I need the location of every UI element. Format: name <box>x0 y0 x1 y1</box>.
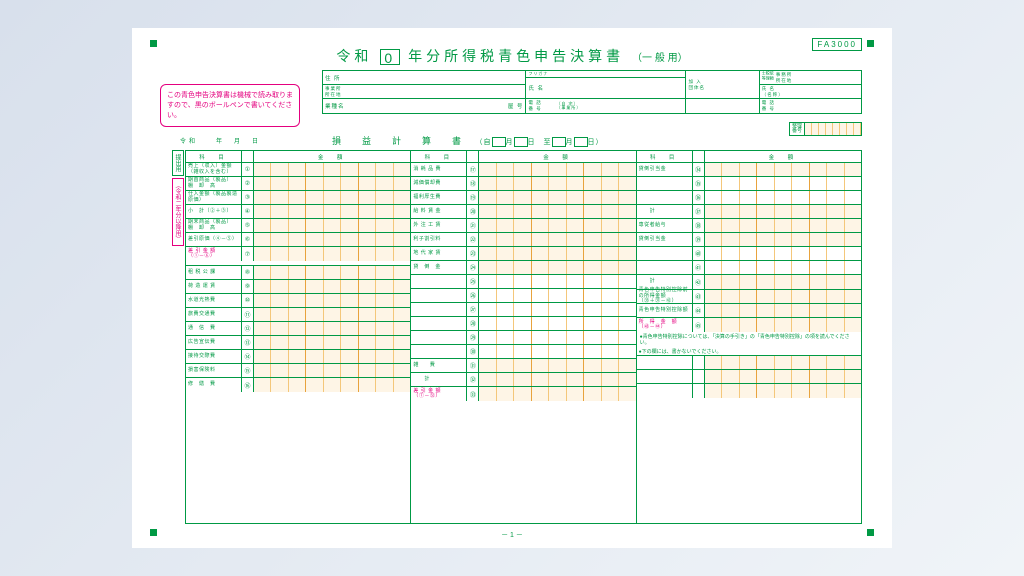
col-head-amount: 金 額 <box>705 151 861 162</box>
col-head-amount: 金 額 <box>479 151 635 162</box>
side-tab-submit: 提出用 <box>172 150 184 176</box>
pl-row[interactable]: 計㉜ <box>411 373 635 387</box>
pl-row[interactable]: 福利厚生費⑲ <box>411 191 635 205</box>
pl-row[interactable]: 給 料 賃 金⑳ <box>411 205 635 219</box>
reserved-row <box>637 370 861 384</box>
form-title: 令和 0 年分所得税青色申告決算書 （一 般 用） <box>150 46 874 66</box>
page-number: － 1 － <box>501 530 523 540</box>
label-tax-acct: 依頼 税理 士等 <box>762 71 774 84</box>
corner-mark <box>150 529 157 536</box>
label-acct-phone: 電 話 番 号 <box>762 100 790 112</box>
reserved-row <box>637 356 861 370</box>
blue-deduction-note: ●青色申告特別控除については、「決算の手引き」の「青色申告特別控除」の項を読んで… <box>637 332 861 348</box>
pl-row[interactable]: 接待交際費⑭ <box>186 350 410 364</box>
pl-row[interactable]: 修 繕 費⑯ <box>186 378 410 392</box>
label-business-type: 業種名 <box>325 102 353 110</box>
label-phone: 電 話 番 号 <box>528 100 556 112</box>
seiri-number-box[interactable]: 整理 番号 <box>789 122 862 136</box>
label-furigana: フリガナ <box>528 71 548 77</box>
tax-form-page: FA3000 令和 0 年分所得税青色申告決算書 （一 般 用） この青色申告決… <box>132 28 892 548</box>
side-tab-year-note: （令和二年分以降用） <box>172 178 184 246</box>
pl-row[interactable]: 租 税 公 課⑧ <box>186 266 410 280</box>
label-group: 加 入 団体名 <box>688 79 716 91</box>
pl-row[interactable]: 青色申告特別控除額㊹ <box>637 304 861 318</box>
below-line-note: ●下の欄には、書かないでください。 <box>637 348 861 355</box>
pl-row[interactable]: 専従者給与㊳ <box>637 219 861 233</box>
title-general: （一 般 用） <box>632 53 688 64</box>
pl-row[interactable]: 所 得 金 額 （㊸－㊹）㊺ <box>637 318 861 332</box>
reserved-row <box>637 384 861 398</box>
pl-row[interactable]: 荷 造 運 賃⑨ <box>186 280 410 294</box>
pl-row[interactable]: 売上（収入）金額 （雑収入を含む）① <box>186 163 410 177</box>
pl-statement-title: 損 益 計 算 書 （自月日 至月日） <box>332 134 604 147</box>
pl-row[interactable]: ㉚ <box>411 345 635 359</box>
year-input-box[interactable]: 0 <box>380 49 400 65</box>
label-acct-name: 氏 名 （名称） <box>762 86 790 98</box>
pl-row[interactable]: ㊱ <box>637 191 861 205</box>
submission-date[interactable]: 令和 年 月 日 <box>180 136 261 145</box>
pl-col-1: 科 目 金 額 売上（収入）金額 （雑収入を含む）①期首商品（製品） 棚 卸 高… <box>185 150 411 524</box>
col-head-kamoku: 科 目 <box>186 151 242 162</box>
pl-row[interactable]: ㉟ <box>637 177 861 191</box>
pl-row[interactable]: 水道光熱費⑩ <box>186 294 410 308</box>
pl-row[interactable]: 旅費交通費⑪ <box>186 308 410 322</box>
filer-header: 住 所 事業所 所在地 業種名屋 号 フリガナ 氏 名 電 話 番 号（自 宅）… <box>322 70 862 114</box>
pl-row[interactable]: 外 注 工 賃㉑ <box>411 219 635 233</box>
pl-row[interactable]: 貸 倒 金㉔ <box>411 261 635 275</box>
col-head-kamoku: 科 目 <box>637 151 693 162</box>
pl-row[interactable]: 貸倒引当金㊴ <box>637 233 861 247</box>
pl-grid: 提出用 （令和二年分以降用） 科 目 金 額 売上（収入）金額 （雑収入を含む）… <box>172 150 862 524</box>
pl-row[interactable]: 減価償却費⑱ <box>411 177 635 191</box>
pl-row[interactable]: 期末商品（製品） 棚 卸 高⑤ <box>186 219 410 233</box>
col-head-amount: 金 額 <box>254 151 410 162</box>
label-address: 住 所 <box>325 74 353 82</box>
form-code: FA3000 <box>812 38 862 51</box>
pl-row[interactable]: 貸倒引当金㉞ <box>637 163 861 177</box>
pl-row[interactable]: ㉙ <box>411 331 635 345</box>
label-office-addr: 事業所 所在地 <box>325 86 353 98</box>
corner-mark <box>867 40 874 47</box>
pl-row[interactable]: 計㊲ <box>637 205 861 219</box>
pl-col-2: 科 目 金 額 消 耗 品 費⑰減価償却費⑱福利厚生費⑲給 料 賃 金⑳外 注 … <box>410 150 636 524</box>
instruction-notice: この青色申告決算書は機械で読み取りますので、黒のボールペンで書いてください。 <box>160 84 300 127</box>
corner-mark <box>867 529 874 536</box>
pl-row[interactable]: 通 信 費⑫ <box>186 322 410 336</box>
pl-row[interactable]: ㉕ <box>411 275 635 289</box>
pl-row[interactable]: 期首商品（製品） 棚 卸 高② <box>186 177 410 191</box>
pl-row[interactable]: 青色申告特別控除前の所得金額 （㉝＋㊲－㊷）㊸ <box>637 290 861 304</box>
pl-row[interactable]: ㉖ <box>411 289 635 303</box>
pl-row[interactable]: 広告宣伝費⑬ <box>186 336 410 350</box>
label-name: 氏 名 <box>528 84 556 92</box>
pl-row[interactable]: ㊵ <box>637 247 861 261</box>
label-acct-office: 事務所 所在地 <box>776 72 804 84</box>
pl-row[interactable]: 利子割引料㉒ <box>411 233 635 247</box>
pl-row[interactable]: 損害保険料⑮ <box>186 364 410 378</box>
era-label: 令和 <box>336 48 372 64</box>
title-main: 年分所得税青色申告決算書 <box>408 48 624 64</box>
pl-col-3: 科 目 金 額 貸倒引当金㉞㉟㊱ 計㊲専従者給与㊳貸倒引当金㊴㊵㊶ 計㊷ 青色申… <box>636 150 862 524</box>
pl-row[interactable]: 小 計（②＋③）④ <box>186 205 410 219</box>
corner-mark <box>150 40 157 47</box>
pl-row[interactable]: ㉘ <box>411 317 635 331</box>
pl-row[interactable]: 差引原価（④－⑤）⑥ <box>186 233 410 247</box>
pl-row[interactable]: ㉗ <box>411 303 635 317</box>
col-head-kamoku: 科 目 <box>411 151 467 162</box>
pl-row[interactable]: 地 代 家 賃㉓ <box>411 247 635 261</box>
pl-row[interactable]: ㊶ <box>637 261 861 275</box>
pl-row[interactable]: 消 耗 品 費⑰ <box>411 163 635 177</box>
pl-row[interactable]: 雑 費㉛ <box>411 359 635 373</box>
pl-row[interactable]: 差 引 金 額 （⑦－㉜）㉝ <box>411 387 635 401</box>
pl-row[interactable]: 差 引 金 額 （①－⑥）⑦ <box>186 247 410 261</box>
label-yago: 屋 号 <box>508 102 524 110</box>
pl-row[interactable]: 仕入金額（製品製造原価）③ <box>186 191 410 205</box>
